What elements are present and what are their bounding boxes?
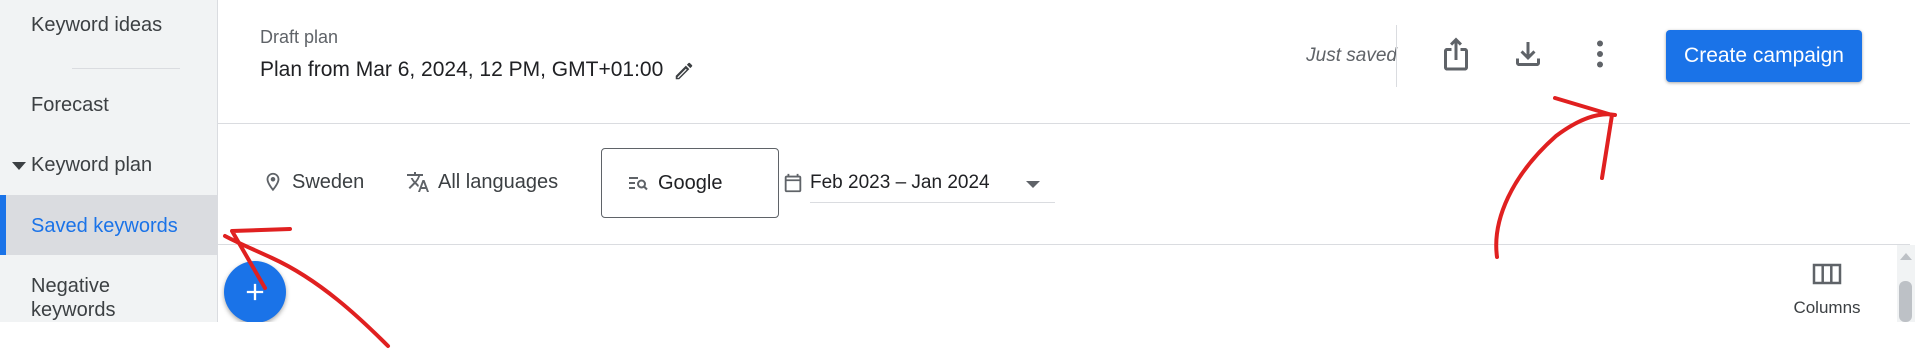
network-filter[interactable]: Google	[601, 148, 779, 218]
translate-icon	[407, 172, 429, 192]
columns-label: Columns	[1793, 298, 1861, 317]
sidebar-item-label: Forecast	[31, 94, 109, 116]
plan-title: Plan from Mar 6, 2024, 12 PM, GMT+01:00	[260, 58, 664, 81]
location-pin-icon	[266, 172, 280, 192]
save-status: Just saved	[1306, 45, 1397, 66]
scroll-up-arrow-icon[interactable]	[1900, 253, 1912, 260]
sidebar-item-forecast[interactable]: Forecast	[0, 94, 217, 122]
sidebar-item-saved-keywords[interactable]: Saved keywords	[0, 195, 217, 255]
date-underline	[810, 202, 1055, 203]
download-icon[interactable]	[1510, 36, 1546, 72]
sidebar-item-label: Keyword ideas	[31, 14, 163, 36]
bottom-strip	[0, 322, 1915, 349]
columns-button[interactable]: Columns	[1782, 258, 1872, 322]
columns-icon	[1812, 263, 1842, 285]
draft-label: Draft plan	[260, 27, 339, 47]
plus-icon	[246, 283, 264, 301]
share-icon[interactable]	[1438, 36, 1474, 72]
language-value: All languages	[438, 170, 559, 193]
vertical-scrollbar[interactable]	[1897, 245, 1915, 322]
sidebar-nav: Keyword ideas Forecast Keyword plan Save…	[0, 0, 218, 322]
active-indicator	[0, 195, 6, 255]
location-value: Sweden	[292, 170, 365, 193]
sidebar-item-label: Keyword plan	[31, 154, 153, 176]
dropdown-arrow-icon[interactable]	[1026, 181, 1040, 188]
add-keywords-button[interactable]	[224, 261, 286, 323]
location-filter[interactable]: Sweden	[262, 164, 364, 200]
date-range-filter[interactable]: Feb 2023 – Jan 2024	[782, 164, 1054, 202]
date-range-value: Feb 2023 – Jan 2024	[810, 172, 990, 193]
sidebar-item-keyword-plan[interactable]: Keyword plan	[0, 154, 217, 182]
sidebar-item-keyword-ideas[interactable]: Keyword ideas	[0, 14, 217, 42]
scroll-thumb[interactable]	[1899, 281, 1912, 322]
filter-bar: Sweden All languages Google Feb 2023 – J…	[218, 124, 1910, 245]
search-list-icon	[629, 177, 648, 191]
plan-header: Draft plan Plan from Mar 6, 2024, 12 PM,…	[218, 0, 1910, 124]
sidebar-divider	[72, 68, 180, 69]
more-vert-icon[interactable]	[1582, 36, 1618, 72]
create-campaign-button[interactable]: Create campaign	[1666, 30, 1862, 82]
sidebar-item-label: Saved keywords	[31, 215, 178, 237]
header-divider	[1396, 25, 1397, 87]
sidebar-item-negative-keywords[interactable]: Negative keywords	[0, 274, 217, 322]
main-content: Draft plan Plan from Mar 6, 2024, 12 PM,…	[218, 0, 1910, 323]
network-value: Google	[658, 171, 723, 194]
edit-pencil-icon[interactable]	[673, 60, 695, 82]
caret-down-icon	[12, 162, 26, 170]
language-filter[interactable]: All languages	[406, 164, 558, 200]
calendar-icon	[784, 173, 802, 193]
sidebar-item-label: Negative keywords	[31, 275, 116, 321]
